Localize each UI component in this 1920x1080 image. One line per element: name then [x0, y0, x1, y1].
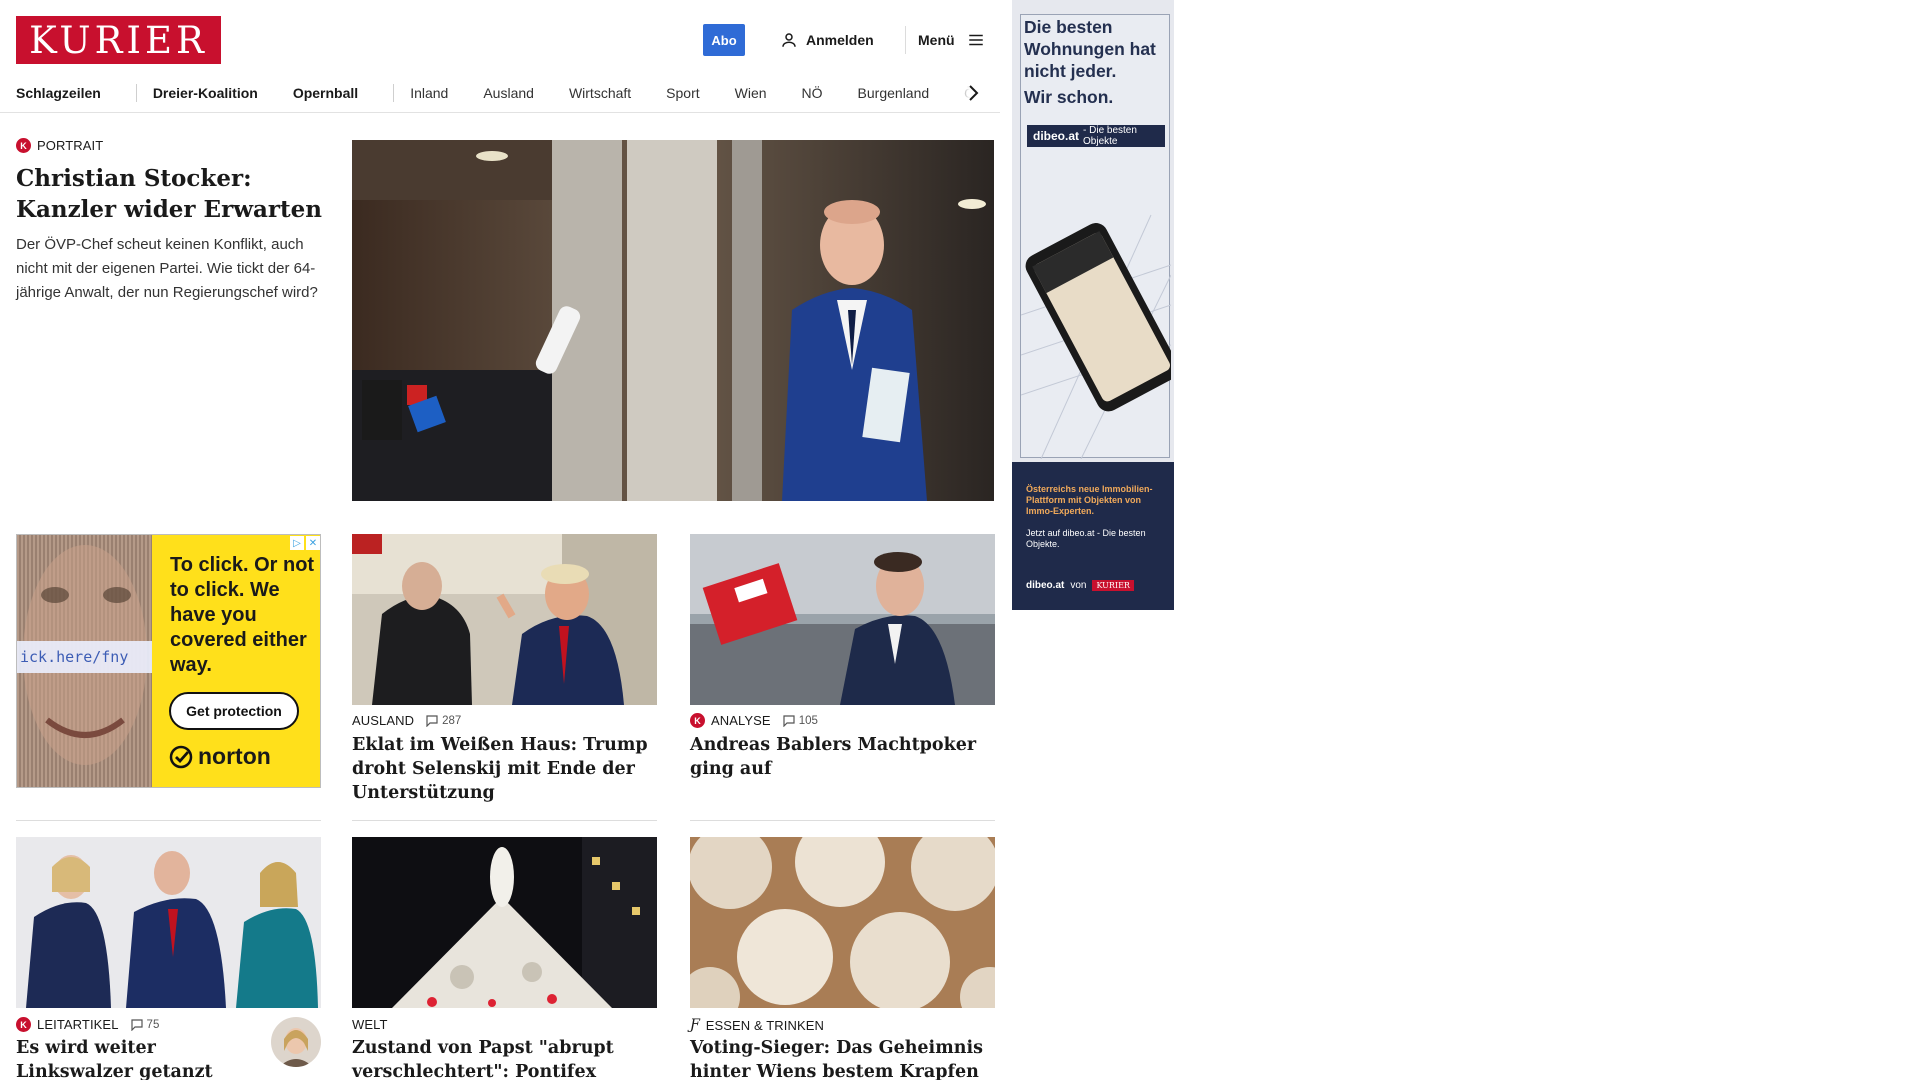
- dibeo-ad[interactable]: Die besten Wohnungen hat nicht jeder. Wi…: [1012, 0, 1174, 610]
- header-divider: [905, 26, 906, 54]
- nav-item-dreier-koalition[interactable]: Dreier-Koalition: [153, 85, 258, 101]
- nav-item-noe[interactable]: NÖ: [802, 85, 823, 101]
- dibeo-headline-line2: Wir schon.: [1024, 87, 1114, 107]
- card-meta-essen: ƒ ESSEN & TRINKEN: [690, 1017, 824, 1033]
- nav-separator: [135, 84, 137, 102]
- card-meta-analyse: K ANALYSE 105: [690, 713, 818, 728]
- nav-item-ausland[interactable]: Ausland: [483, 85, 534, 101]
- hero-image[interactable]: [352, 140, 994, 501]
- card-headline-welt[interactable]: Zustand von Papst "abrupt verschlechtert…: [352, 1036, 657, 1080]
- ad-choices-icon[interactable]: ▷: [290, 536, 304, 550]
- card-headline-leitartikel[interactable]: Es wird weiter Linkswalzer getanzt: [16, 1036, 261, 1080]
- nav-item-opernball[interactable]: Opernball: [293, 85, 358, 101]
- norton-ad-url: ick.here/fny: [17, 641, 152, 673]
- fork-icon: ƒ: [690, 1017, 700, 1033]
- section-nav: Schlagzeilen Dreier-Koalition Opernball …: [16, 78, 983, 108]
- chevron-right-icon: [969, 85, 979, 101]
- menu-button[interactable]: Menü: [918, 28, 985, 52]
- header-rule: [0, 112, 1000, 113]
- hamburger-icon: [968, 34, 983, 46]
- comment-icon: [426, 714, 438, 727]
- row-divider: [352, 820, 657, 821]
- comment-icon: [783, 714, 795, 727]
- norton-check-icon: [169, 745, 193, 768]
- card-headline-essen[interactable]: Voting-Sieger: Das Geheimnis hinter Wien…: [690, 1036, 995, 1080]
- card-meta-welt: WELT: [352, 1017, 388, 1032]
- nav-item-sport[interactable]: Sport: [666, 85, 699, 101]
- comment-count-value: 75: [146, 1018, 160, 1031]
- card-image-welt[interactable]: [352, 837, 657, 1008]
- row-divider: [16, 820, 321, 821]
- nav-item-wirtschaft[interactable]: Wirtschaft: [569, 85, 631, 101]
- dibeo-footer-kurier: KURIER: [1092, 580, 1134, 591]
- norton-brand: norton: [198, 743, 271, 769]
- card-kicker: ESSEN & TRINKEN: [705, 1017, 825, 1033]
- comment-icon: [130, 1018, 143, 1031]
- dibeo-footer-von: von: [1070, 580, 1087, 591]
- dibeo-copy1: Österreichs neue Immobilien-Plattform mi…: [1026, 484, 1153, 516]
- author-avatar[interactable]: [271, 1017, 321, 1067]
- dibeo-copy2: Jetzt auf dibeo.at - Die besten Objekte.: [1026, 528, 1146, 549]
- hero-teaser: Der ÖVP-Chef scheut keinen Konflikt, auc…: [16, 236, 318, 301]
- nav-item-schlagzeilen[interactable]: Schlagzeilen: [16, 85, 101, 101]
- dibeo-ad-footer: Österreichs neue Immobilien-Plattform mi…: [1012, 462, 1174, 610]
- nav-item-inland[interactable]: Inland: [410, 85, 448, 101]
- hero-headline[interactable]: Christian Stocker: Kanzler wider Erwarte…: [16, 163, 326, 225]
- comment-count[interactable]: 287: [426, 715, 461, 727]
- close-icon[interactable]: ✕: [306, 536, 320, 550]
- nav-item-wien[interactable]: Wien: [735, 85, 767, 101]
- card-meta-leitartikel: K LEITARTIKEL 75: [16, 1017, 159, 1032]
- menu-label: Menü: [918, 32, 955, 48]
- norton-ad[interactable]: ick.here/fny To click. Or not to click. …: [16, 534, 321, 788]
- nav-scroll-right[interactable]: [963, 78, 983, 108]
- comment-count-value: 105: [798, 714, 818, 727]
- norton-ad-headline: To click. Or not to click. We have you c…: [170, 554, 315, 676]
- kurier-k-icon: K: [16, 1017, 31, 1032]
- dibeo-headline: Die besten Wohnungen hat nicht jeder. Wi…: [1024, 16, 1170, 108]
- norton-get-protection-button[interactable]: Get protection: [169, 692, 299, 730]
- kurier-k-icon: K: [690, 713, 705, 728]
- kurier-k-icon: K: [16, 138, 31, 153]
- login-label: Anmelden: [806, 32, 874, 48]
- dibeo-tagline: - Die besten Objekte: [1083, 125, 1137, 147]
- dibeo-brand: dibeo.at: [1033, 129, 1080, 143]
- abo-button[interactable]: Abo: [703, 24, 745, 56]
- comment-count[interactable]: 75: [130, 1018, 160, 1031]
- hero-kicker: K PORTRAIT: [16, 138, 326, 153]
- nav-separator: [393, 84, 395, 102]
- kurier-logo[interactable]: KURIER: [16, 16, 221, 64]
- dibeo-footer-brands: dibeo.at von KURIER: [1026, 580, 1134, 591]
- card-kicker: LEITARTIKEL: [37, 1017, 119, 1032]
- logo-text: KURIER: [29, 18, 208, 62]
- dibeo-footer-brand: dibeo.at: [1026, 580, 1065, 591]
- card-meta-ausland: AUSLAND 287: [352, 713, 461, 728]
- card-headline-ausland[interactable]: Eklat im Weißen Haus: Trump droht Selens…: [352, 733, 657, 805]
- card-kicker: WELT: [352, 1017, 388, 1032]
- hero-article[interactable]: K PORTRAIT Christian Stocker: Kanzler wi…: [16, 138, 326, 305]
- user-icon: [782, 33, 796, 47]
- nav-item-burgenland[interactable]: Burgenland: [858, 85, 930, 101]
- row-divider: [690, 820, 995, 821]
- card-headline-analyse[interactable]: Andreas Bablers Machtpoker ging auf: [690, 733, 995, 781]
- card-image-analyse[interactable]: [690, 534, 995, 705]
- norton-logo: norton: [169, 743, 271, 770]
- login-button[interactable]: Anmelden: [780, 28, 874, 52]
- kicker-label: PORTRAIT: [37, 138, 104, 153]
- comment-count-value: 287: [442, 714, 462, 727]
- card-image-leitartikel[interactable]: [16, 837, 321, 1008]
- dibeo-brand-bar: dibeo.at - Die besten Objekte: [1027, 125, 1165, 147]
- card-kicker: AUSLAND: [352, 713, 415, 728]
- dibeo-headline-line1: Die besten Wohnungen hat nicht jeder.: [1024, 17, 1156, 81]
- card-image-ausland[interactable]: [352, 534, 657, 705]
- norton-ad-panel: To click. Or not to click. We have you c…: [152, 535, 320, 787]
- comment-count[interactable]: 105: [783, 715, 818, 727]
- ad-choices[interactable]: ▷ ✕: [290, 536, 320, 550]
- card-image-essen[interactable]: [690, 837, 995, 1008]
- card-kicker: ANALYSE: [711, 713, 771, 728]
